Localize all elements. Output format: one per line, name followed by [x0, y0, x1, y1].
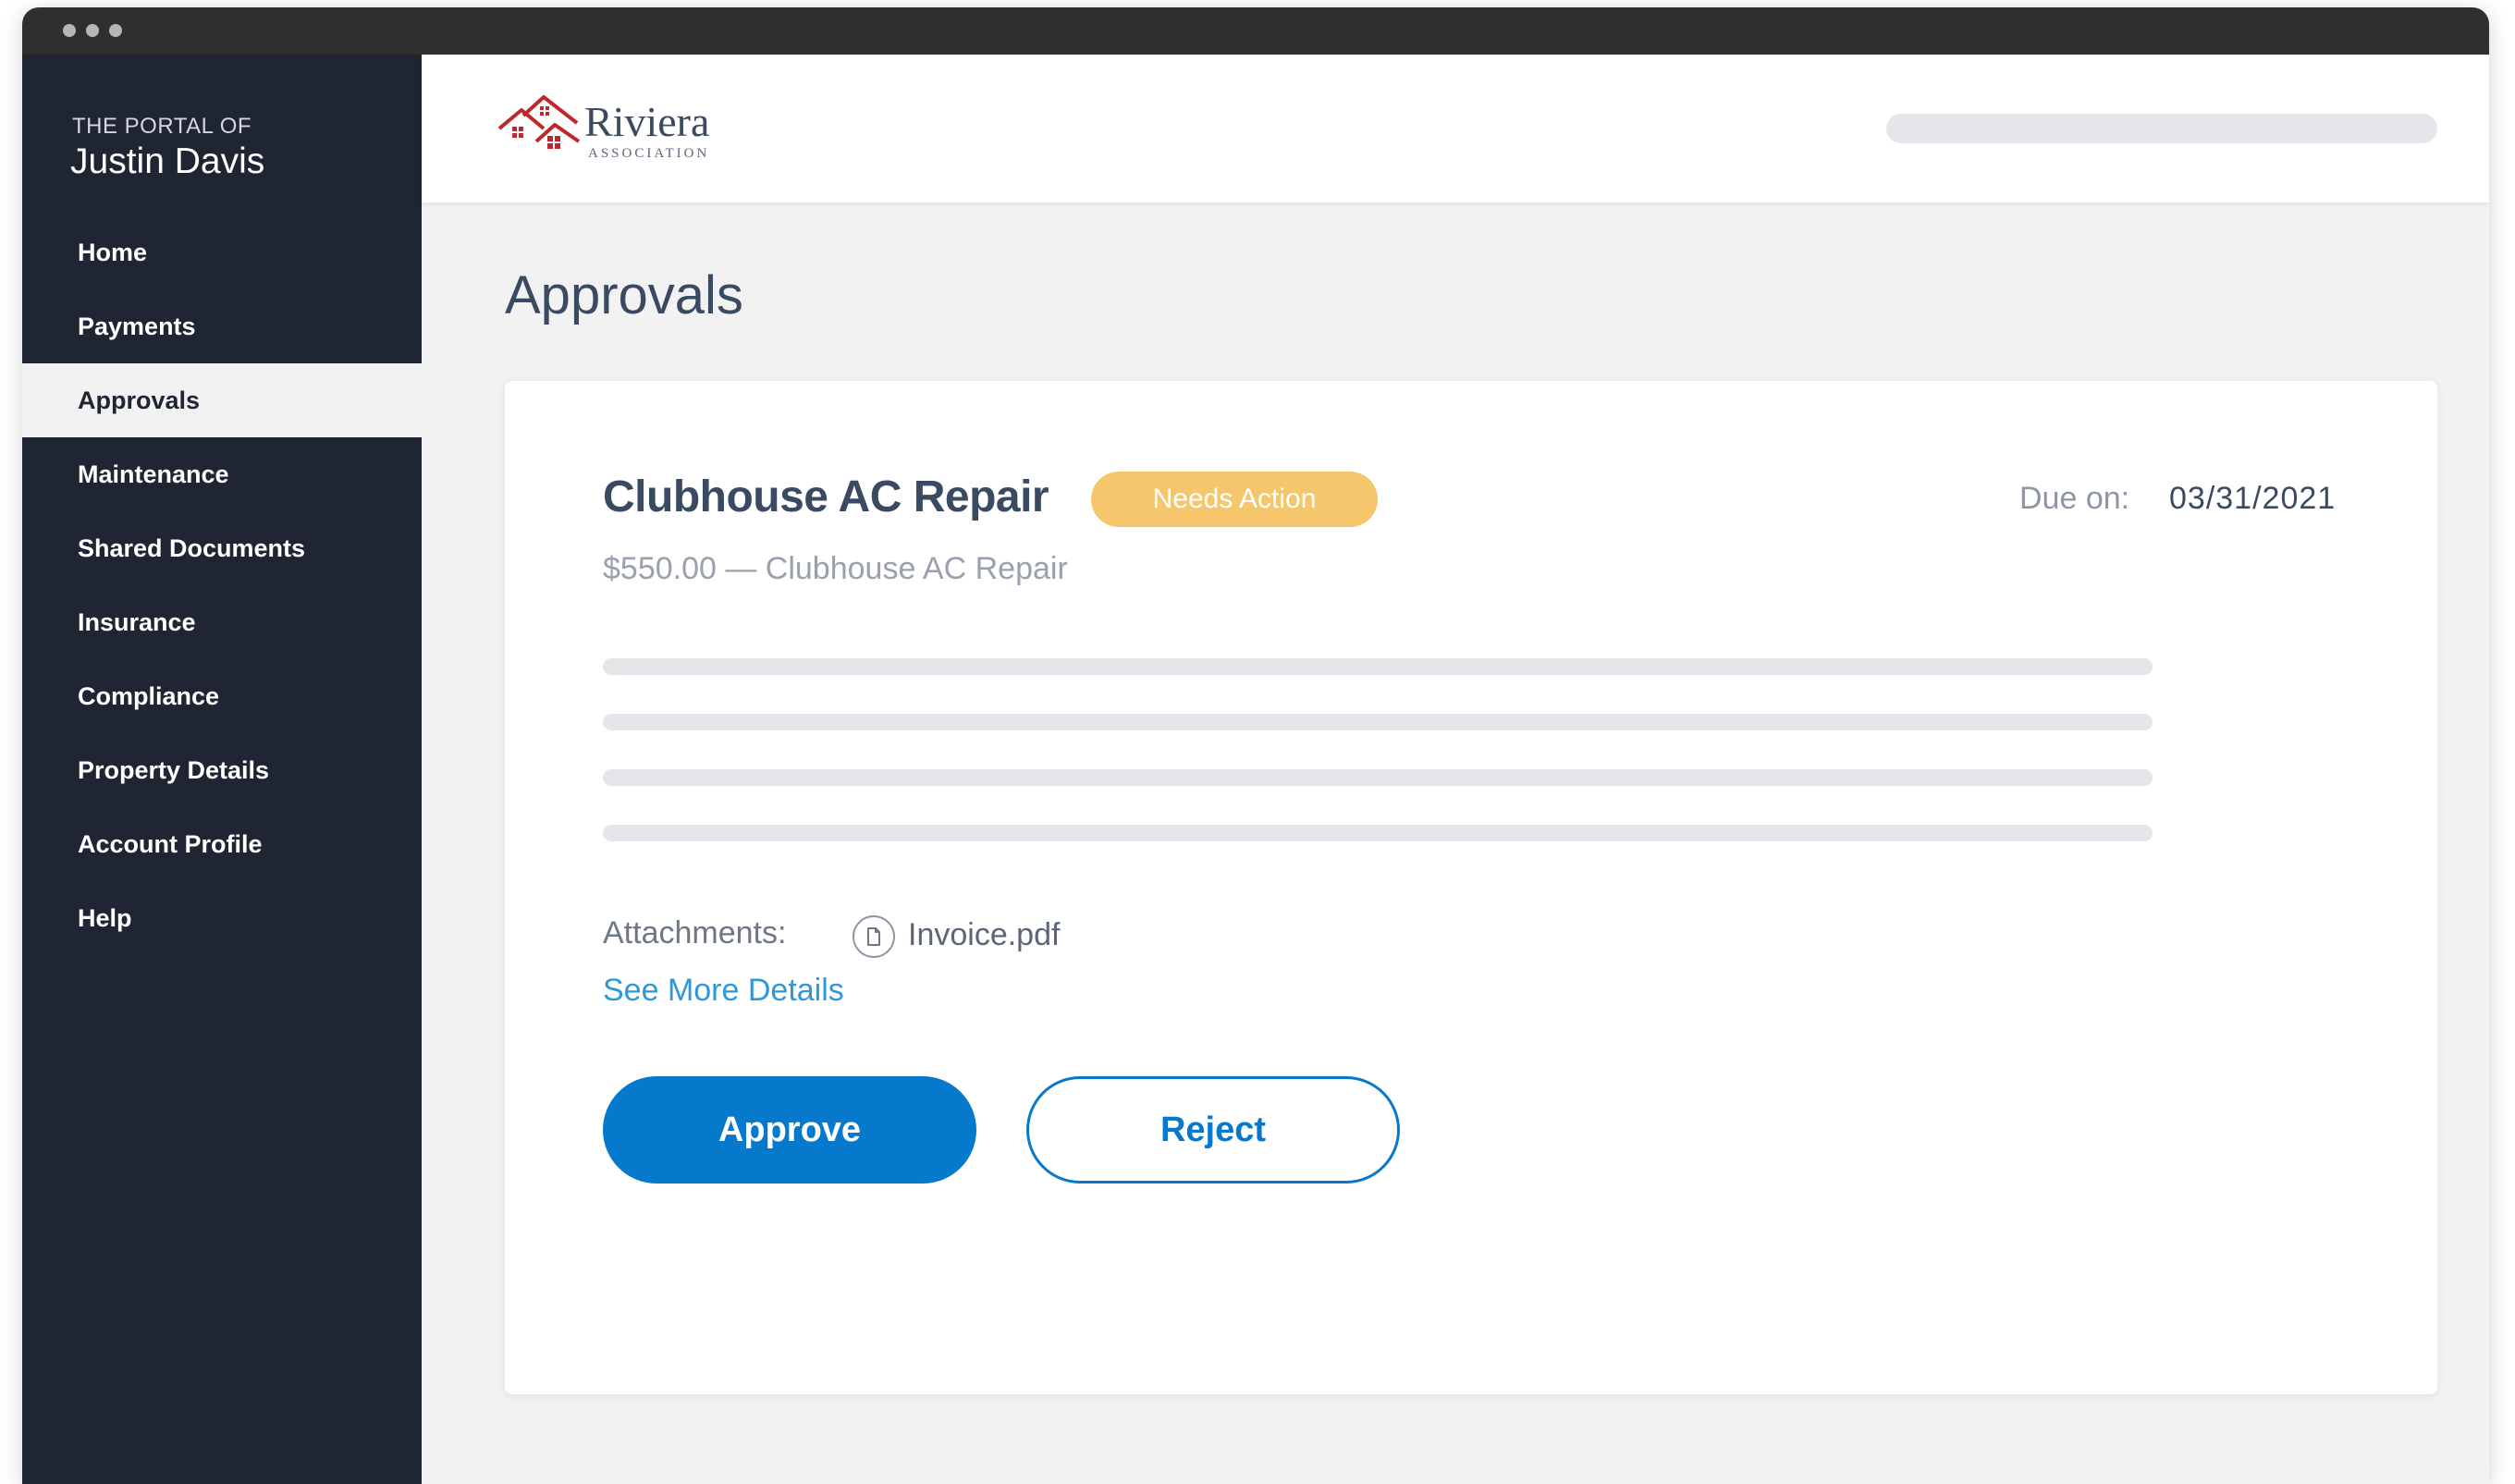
riviera-logo-icon: [497, 95, 581, 149]
sidebar-item-property-details[interactable]: Property Details: [22, 733, 422, 807]
approve-button[interactable]: Approve: [603, 1076, 976, 1184]
header-placeholder-bar: [1886, 114, 2437, 143]
sidebar-item-compliance[interactable]: Compliance: [22, 659, 422, 733]
sidebar-item-home[interactable]: Home: [22, 215, 422, 289]
approval-card: Clubhouse AC Repair Needs Action Due on:…: [505, 381, 2437, 1394]
window-dot-icon: [109, 24, 122, 37]
due-date: 03/31/2021: [2169, 481, 2337, 516]
logo-name: Riviera: [584, 98, 710, 145]
window-dot-icon: [86, 24, 99, 37]
sidebar-item-account-profile[interactable]: Account Profile: [22, 807, 422, 881]
sidebar-item-insurance[interactable]: Insurance: [22, 585, 422, 659]
approval-subtitle: $550.00 — Clubhouse AC Repair: [603, 551, 1068, 586]
due-label: Due on:: [2019, 481, 2130, 516]
sidebar-item-shared-documents[interactable]: Shared Documents: [22, 511, 422, 585]
sidebar-item-approvals[interactable]: Approvals: [22, 363, 422, 437]
placeholder-line: [603, 658, 2153, 675]
user-name: Justin Davis: [70, 141, 265, 181]
status-badge: Needs Action: [1091, 472, 1378, 527]
approval-title: Clubhouse AC Repair: [603, 472, 1049, 521]
placeholder-line: [603, 825, 2153, 841]
placeholder-line: [603, 769, 2153, 786]
sidebar-item-help[interactable]: Help: [22, 881, 422, 955]
page-title: Approvals: [505, 265, 743, 325]
browser-window: THE PORTAL OF Justin Davis Home Payments…: [22, 7, 2489, 1484]
top-header: Riviera ASSOCIATION: [422, 55, 2489, 202]
attachments-label: Attachments:: [603, 915, 787, 950]
portal-label: THE PORTAL OF: [72, 114, 252, 139]
logo-subtitle: ASSOCIATION: [588, 146, 710, 161]
sidebar: THE PORTAL OF Justin Davis Home Payments…: [22, 55, 422, 1484]
see-more-details-link[interactable]: See More Details: [603, 973, 844, 1009]
attachment-link[interactable]: Invoice.pdf: [908, 917, 1060, 953]
window-titlebar: [22, 7, 2489, 55]
reject-button[interactable]: Reject: [1026, 1076, 1400, 1184]
sidebar-item-maintenance[interactable]: Maintenance: [22, 437, 422, 511]
window-dot-icon: [63, 24, 76, 37]
sidebar-item-payments[interactable]: Payments: [22, 289, 422, 363]
document-icon: [853, 915, 895, 958]
placeholder-line: [603, 714, 2153, 730]
